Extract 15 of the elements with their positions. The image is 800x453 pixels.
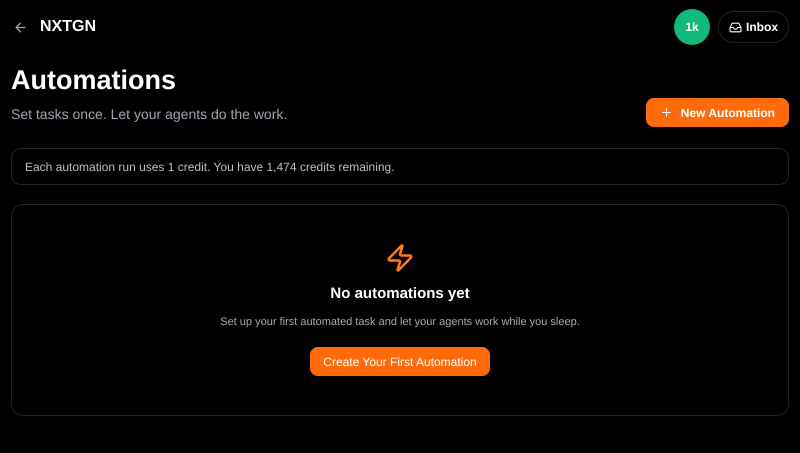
new-automation-button[interactable]: New Automation (646, 98, 789, 127)
create-automation-button[interactable]: Create Your First Automation (310, 347, 490, 376)
empty-state-title: No automations yet (330, 284, 470, 304)
inbox-button[interactable]: Inbox (718, 11, 789, 43)
plus-icon (660, 106, 673, 119)
back-icon (13, 20, 28, 34)
page-subtitle: Set tasks once. Let your agents do the work. (11, 105, 288, 124)
empty-state-description: Set up your first automated task and let your agents work while you sleep. (220, 314, 580, 330)
credits-badge: 1k (674, 9, 710, 45)
brand-name: NXTGN (40, 17, 96, 37)
lightning-icon (385, 243, 415, 273)
inbox-icon (729, 20, 742, 34)
back-button[interactable] (13, 20, 28, 34)
page-title: Automations (11, 64, 177, 96)
credits-notice: Each automation run uses 1 credit. You have 1,474 credits remaining. (11, 148, 789, 185)
